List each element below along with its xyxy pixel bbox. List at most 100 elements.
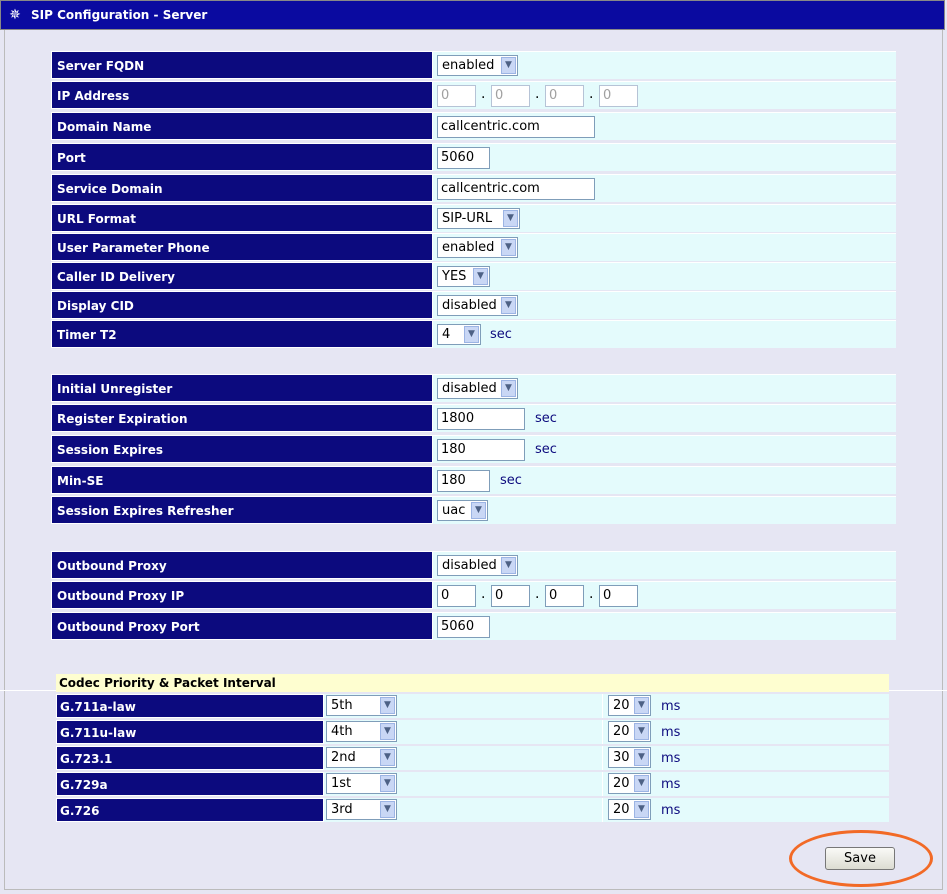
codec-interval-select[interactable]: 20 ▼ — [608, 773, 651, 794]
chevron-down-icon: ▼ — [471, 502, 486, 519]
initial-unregister-value: disabled — [442, 381, 497, 396]
chevron-down-icon: ▼ — [380, 775, 395, 792]
row-outbound-proxy-port: Outbound Proxy Port 5060 — [51, 612, 896, 642]
row-url-format: URL Format SIP-URL ▼ — [51, 204, 896, 234]
service-domain-input[interactable]: callcentric.com — [437, 178, 595, 200]
codec-interval-value: 20 — [613, 724, 630, 739]
session-expires-refresher-value: uac — [442, 503, 466, 518]
outbound-proxy-port-label: Outbound Proxy Port — [51, 612, 433, 640]
codec-priority-select[interactable]: 1st ▼ — [326, 773, 397, 794]
row-timer-t2: Timer T2 4 ▼ sec — [51, 320, 896, 350]
session-expires-label: Session Expires — [51, 435, 433, 463]
codec-row: G.723.1 2nd ▼ 30 ▼ ms — [56, 746, 889, 772]
session-expires-input[interactable]: 180 — [437, 439, 525, 461]
chevron-down-icon: ▼ — [501, 239, 516, 256]
ip-octet-1[interactable]: 0 — [437, 85, 476, 107]
codec-row: G.726 3rd ▼ 20 ▼ ms — [56, 798, 889, 824]
timer-t2-value: 4 — [442, 327, 451, 342]
codec-interval-value: 30 — [613, 750, 630, 765]
chevron-down-icon: ▼ — [501, 380, 516, 397]
chevron-down-icon: ▼ — [473, 268, 488, 285]
chevron-down-icon: ▼ — [380, 697, 395, 714]
timer-t2-unit: sec — [490, 327, 512, 342]
row-caller-id-delivery: Caller ID Delivery YES ▼ — [51, 262, 896, 292]
outbound-proxy-ip-label: Outbound Proxy IP — [51, 581, 433, 609]
divider — [602, 798, 603, 822]
session-expires-refresher-select[interactable]: uac ▼ — [437, 500, 488, 521]
row-session-expires-refresher: Session Expires Refresher uac ▼ — [51, 496, 896, 526]
user-param-phone-value: enabled — [442, 240, 495, 255]
server-fqdn-label: Server FQDN — [51, 51, 433, 79]
codec-interval-select[interactable]: 20 ▼ — [608, 695, 651, 716]
row-domain-name: Domain Name callcentric.com — [51, 112, 896, 142]
timer-t2-select[interactable]: 4 ▼ — [437, 324, 481, 345]
user-param-phone-select[interactable]: enabled ▼ — [437, 237, 518, 258]
port-input[interactable]: 5060 — [437, 147, 490, 169]
chevron-down-icon: ▼ — [634, 749, 649, 766]
divider — [602, 746, 603, 770]
row-outbound-proxy: Outbound Proxy disabled ▼ — [51, 551, 896, 581]
proxy-ip-octet-3[interactable]: 0 — [545, 585, 584, 607]
chevron-down-icon: ▼ — [380, 723, 395, 740]
user-param-phone-label: User Parameter Phone — [51, 233, 433, 261]
row-register-expiration: Register Expiration 1800 sec — [51, 404, 896, 434]
server-fqdn-select[interactable]: enabled ▼ — [437, 55, 518, 76]
ip-dot: . — [589, 86, 594, 102]
window-title-bar: ✵ SIP Configuration - Server — [0, 0, 945, 30]
row-outbound-proxy-ip: Outbound Proxy IP 0 . 0 . 0 . 0 — [51, 581, 896, 611]
outbound-proxy-value: disabled — [442, 558, 497, 573]
codec-name: G.723.1 — [56, 746, 324, 770]
ip-octet-4[interactable]: 0 — [599, 85, 638, 107]
codec-priority-value: 1st — [331, 776, 352, 791]
row-display-cid: Display CID disabled ▼ — [51, 291, 896, 321]
codec-name: G.729a — [56, 772, 324, 796]
proxy-ip-octet-4[interactable]: 0 — [599, 585, 638, 607]
codec-priority-select[interactable]: 4th ▼ — [326, 721, 397, 742]
min-se-label: Min-SE — [51, 466, 433, 494]
chevron-down-icon: ▼ — [501, 557, 516, 574]
initial-unregister-select[interactable]: disabled ▼ — [437, 378, 518, 399]
proxy-ip-octet-1[interactable]: 0 — [437, 585, 476, 607]
server-fqdn-value: enabled — [442, 58, 495, 73]
min-se-unit: sec — [500, 473, 522, 488]
url-format-select[interactable]: SIP-URL ▼ — [437, 208, 520, 229]
ip-dot: . — [535, 586, 540, 602]
row-min-se: Min-SE 180 sec — [51, 466, 896, 496]
codec-interval-select[interactable]: 20 ▼ — [608, 721, 651, 742]
display-cid-select[interactable]: disabled ▼ — [437, 295, 518, 316]
register-expiration-input[interactable]: 1800 — [437, 408, 525, 430]
codec-priority-select[interactable]: 3rd ▼ — [326, 799, 397, 820]
outbound-proxy-port-input[interactable]: 5060 — [437, 616, 490, 638]
ip-dot: . — [481, 86, 486, 102]
min-se-input[interactable]: 180 — [437, 470, 490, 492]
codec-interval-value: 20 — [613, 776, 630, 791]
ip-dot: . — [481, 586, 486, 602]
display-cid-value: disabled — [442, 298, 497, 313]
codec-priority-select[interactable]: 5th ▼ — [326, 695, 397, 716]
row-session-expires: Session Expires 180 sec — [51, 435, 896, 465]
chevron-down-icon: ▼ — [634, 801, 649, 818]
outbound-proxy-select[interactable]: disabled ▼ — [437, 555, 518, 576]
codec-row: G.711u-law 4th ▼ 20 ▼ ms — [56, 720, 889, 746]
row-service-domain: Service Domain callcentric.com — [51, 174, 896, 204]
url-format-value: SIP-URL — [442, 211, 493, 226]
codec-priority-select[interactable]: 2nd ▼ — [326, 747, 397, 768]
session-expires-unit: sec — [535, 442, 557, 457]
divider — [602, 720, 603, 744]
register-expiration-unit: sec — [535, 411, 557, 426]
row-server-fqdn: Server FQDN enabled ▼ — [51, 51, 896, 81]
ip-octet-2[interactable]: 0 — [491, 85, 530, 107]
session-expires-refresher-label: Session Expires Refresher — [51, 496, 433, 524]
codec-priority-value: 3rd — [331, 802, 353, 817]
codec-interval-select[interactable]: 20 ▼ — [608, 799, 651, 820]
caller-id-delivery-select[interactable]: YES ▼ — [437, 266, 490, 287]
codec-interval-select[interactable]: 30 ▼ — [608, 747, 651, 768]
codec-priority-value: 2nd — [331, 750, 356, 765]
chevron-down-icon: ▼ — [501, 297, 516, 314]
codec-row: G.711a-law 5th ▼ 20 ▼ ms — [56, 694, 889, 720]
ip-octet-3[interactable]: 0 — [545, 85, 584, 107]
domain-name-input[interactable]: callcentric.com — [437, 116, 595, 138]
divider — [602, 694, 603, 718]
codec-priority-value: 4th — [331, 724, 353, 739]
proxy-ip-octet-2[interactable]: 0 — [491, 585, 530, 607]
